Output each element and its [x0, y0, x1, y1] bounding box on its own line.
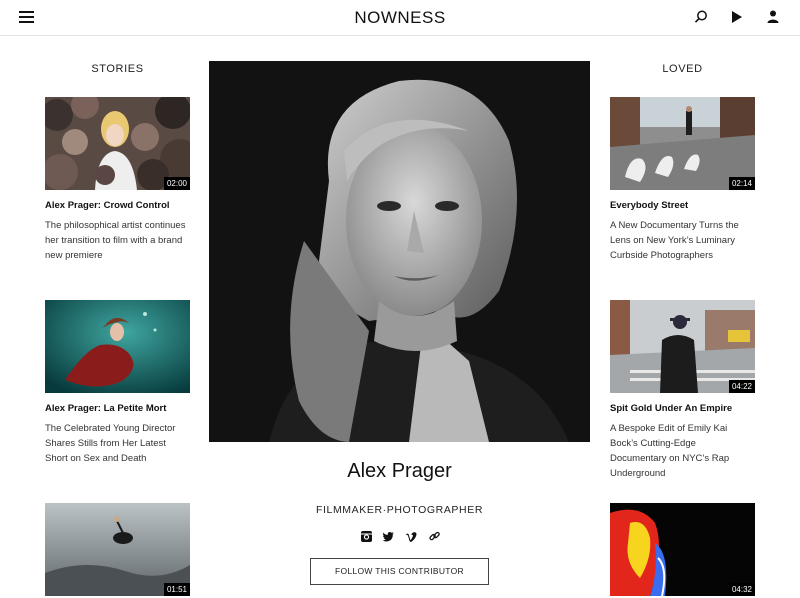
- instagram-icon[interactable]: [360, 530, 373, 543]
- duration-badge: 04:32: [728, 583, 755, 596]
- duration-badge: 04:22: [728, 380, 755, 393]
- story-thumbnail[interactable]: 02:00: [45, 97, 190, 190]
- loved-thumbnail[interactable]: 04:22: [610, 300, 755, 393]
- contributor-role: FILMMAKER·PHOTOGRAPHER: [315, 504, 484, 516]
- contributor-name: Alex Prager: [347, 460, 452, 482]
- site-logo[interactable]: NOWNESS: [0, 8, 800, 28]
- loved-title[interactable]: Everybody Street: [610, 200, 755, 212]
- underwater-image: [45, 300, 190, 393]
- loved-heading: LOVED: [662, 63, 703, 75]
- link-icon[interactable]: [428, 530, 441, 543]
- duration-badge: 02:00: [163, 177, 190, 190]
- contributor-portrait: [209, 61, 590, 442]
- search-icon[interactable]: [693, 9, 709, 25]
- story-title[interactable]: Alex Prager: La Petite Mort: [45, 403, 190, 415]
- social-links: [356, 530, 446, 544]
- stories-heading: STORIES: [91, 63, 144, 75]
- vimeo-icon[interactable]: [405, 530, 418, 543]
- story-card[interactable]: 01:51: [45, 503, 190, 596]
- story-card[interactable]: 02:00 Alex Prager: Crowd Control The phi…: [45, 97, 190, 263]
- loved-card[interactable]: 04:22 Spit Gold Under An Empire A Bespok…: [610, 300, 755, 481]
- user-icon[interactable]: [765, 9, 781, 25]
- loved-card[interactable]: 02:14 Everybody Street A New Documentary…: [610, 97, 755, 263]
- loved-card[interactable]: 04:32: [610, 503, 755, 596]
- duration-badge: 02:14: [728, 177, 755, 190]
- loved-description: A New Documentary Turns the Lens on New …: [610, 220, 739, 261]
- loved-thumbnail[interactable]: 04:32: [610, 503, 755, 596]
- loved-thumbnail[interactable]: 02:14: [610, 97, 755, 190]
- story-card[interactable]: Alex Prager: La Petite Mort The Celebrat…: [45, 300, 190, 466]
- follow-contributor-button[interactable]: FOLLOW THIS CONTRIBUTOR: [310, 558, 489, 585]
- play-icon[interactable]: [729, 9, 745, 25]
- twitter-icon[interactable]: [382, 530, 395, 543]
- loved-title[interactable]: Spit Gold Under An Empire: [610, 403, 755, 415]
- duration-badge: 01:51: [163, 583, 190, 596]
- site-header: NOWNESS: [0, 0, 800, 36]
- story-thumbnail[interactable]: [45, 300, 190, 393]
- story-description: The Celebrated Young Director Shares Sti…: [45, 423, 176, 464]
- story-description: The philosophical artist continues her t…: [45, 220, 186, 261]
- story-title[interactable]: Alex Prager: Crowd Control: [45, 200, 190, 212]
- loved-description: A Bespoke Edit of Emily Kai Bock’s Cutti…: [610, 423, 730, 479]
- story-thumbnail[interactable]: 01:51: [45, 503, 190, 596]
